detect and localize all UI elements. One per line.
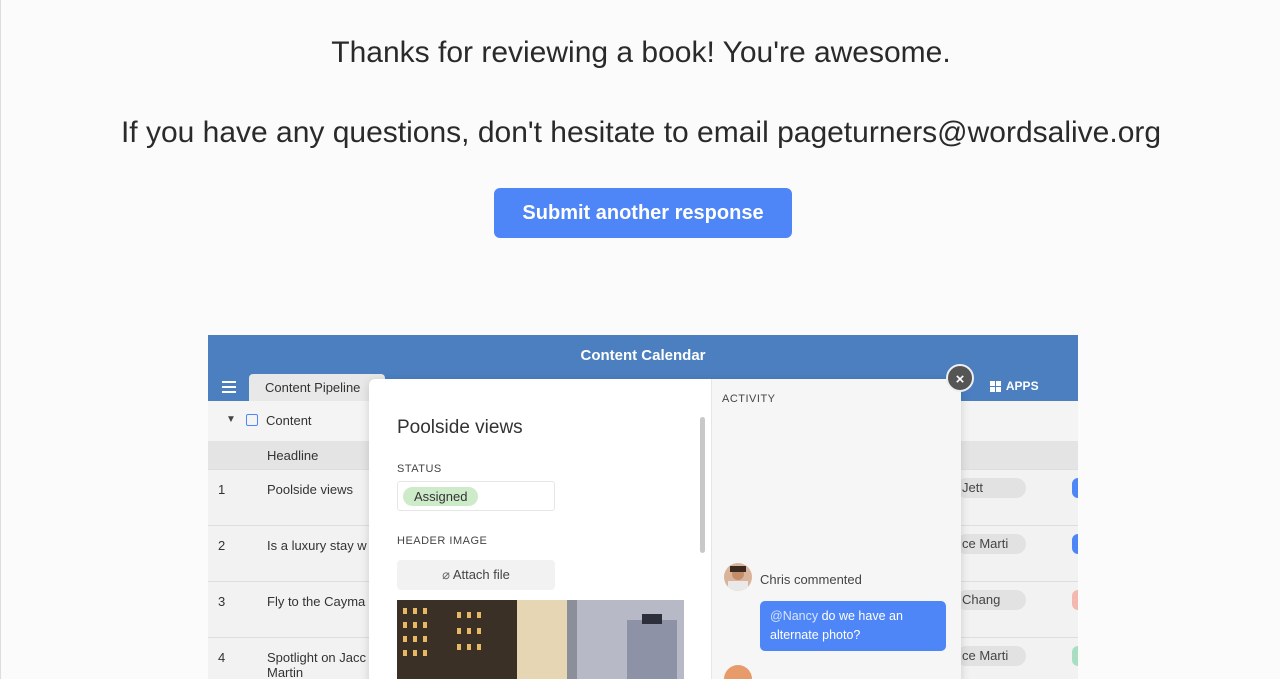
scrollbar — [700, 417, 705, 553]
headline-line-1: Spotlight on Jacc — [267, 650, 367, 665]
headline-line-2: Martin — [267, 665, 304, 679]
row-number: 4 — [218, 650, 226, 665]
assignee-chip: ce Marti — [956, 534, 1026, 554]
app-title: Content Calendar — [580, 347, 706, 364]
table-icon — [246, 414, 258, 426]
headline-cell: Is a luxury stay w — [267, 538, 367, 553]
activity-label: ACTIVITY — [722, 393, 776, 405]
column-header-headline: Headline — [267, 448, 319, 463]
contact-message: If you have any questions, don't hesitat… — [120, 116, 1162, 149]
headline-cell: Fly to the Cayma — [267, 594, 366, 609]
headline-cell: Spotlight on Jacc Martin — [267, 650, 377, 679]
product-preview-image: Content Calendar Content Pipeline APPS ▼… — [208, 335, 1078, 679]
status-dot — [1072, 646, 1078, 666]
table-name: Content — [266, 413, 312, 428]
apps-icon — [990, 380, 1003, 393]
header-photo — [397, 600, 684, 679]
avatar — [724, 563, 752, 591]
apps-button: APPS — [990, 379, 1039, 393]
row-number: 2 — [218, 538, 226, 553]
assignee-chip: Chang — [956, 590, 1026, 610]
tab-content-pipeline: Content Pipeline — [249, 374, 385, 401]
comment-mention: @Nancy — [770, 609, 819, 623]
comment-author: Chris commented — [760, 572, 862, 587]
thanks-message: Thanks for reviewing a book! You're awes… — [331, 36, 951, 69]
record-title: Poolside views — [397, 417, 523, 438]
status-badge: Assigned — [403, 487, 479, 506]
caret-down-icon: ▼ — [226, 414, 236, 425]
assignee-chip: ce Marti — [956, 646, 1026, 666]
menu-icon — [222, 381, 236, 393]
status-dot — [1072, 478, 1078, 498]
status-field-label: STATUS — [397, 463, 442, 475]
attach-file-button: ⌀ Attach file — [397, 560, 555, 590]
submit-another-response-button[interactable]: Submit another response — [494, 188, 792, 238]
assignee-chip: Jett — [956, 478, 1026, 498]
record-detail-modal: Poolside views STATUS Assigned HEADER IM… — [369, 379, 961, 679]
row-number: 3 — [218, 594, 226, 609]
header-image-label: HEADER IMAGE — [397, 535, 488, 547]
comment-bubble: @Nancy do we have an alternate photo? — [760, 601, 946, 651]
status-dot — [1072, 534, 1078, 554]
headline-cell: Poolside views — [267, 482, 353, 497]
paperclip-icon: ⌀ — [442, 567, 450, 582]
attach-file-label: Attach file — [452, 567, 510, 582]
status-dot — [1072, 590, 1078, 610]
status-field: Assigned — [397, 481, 555, 511]
city-photo-image — [397, 600, 684, 679]
close-icon: × — [946, 364, 974, 392]
row-number: 1 — [218, 482, 226, 497]
apps-label: APPS — [1005, 379, 1039, 393]
avatar — [724, 665, 752, 679]
activity-panel: ACTIVITY Chris commented @Nancy do we ha… — [711, 379, 961, 679]
